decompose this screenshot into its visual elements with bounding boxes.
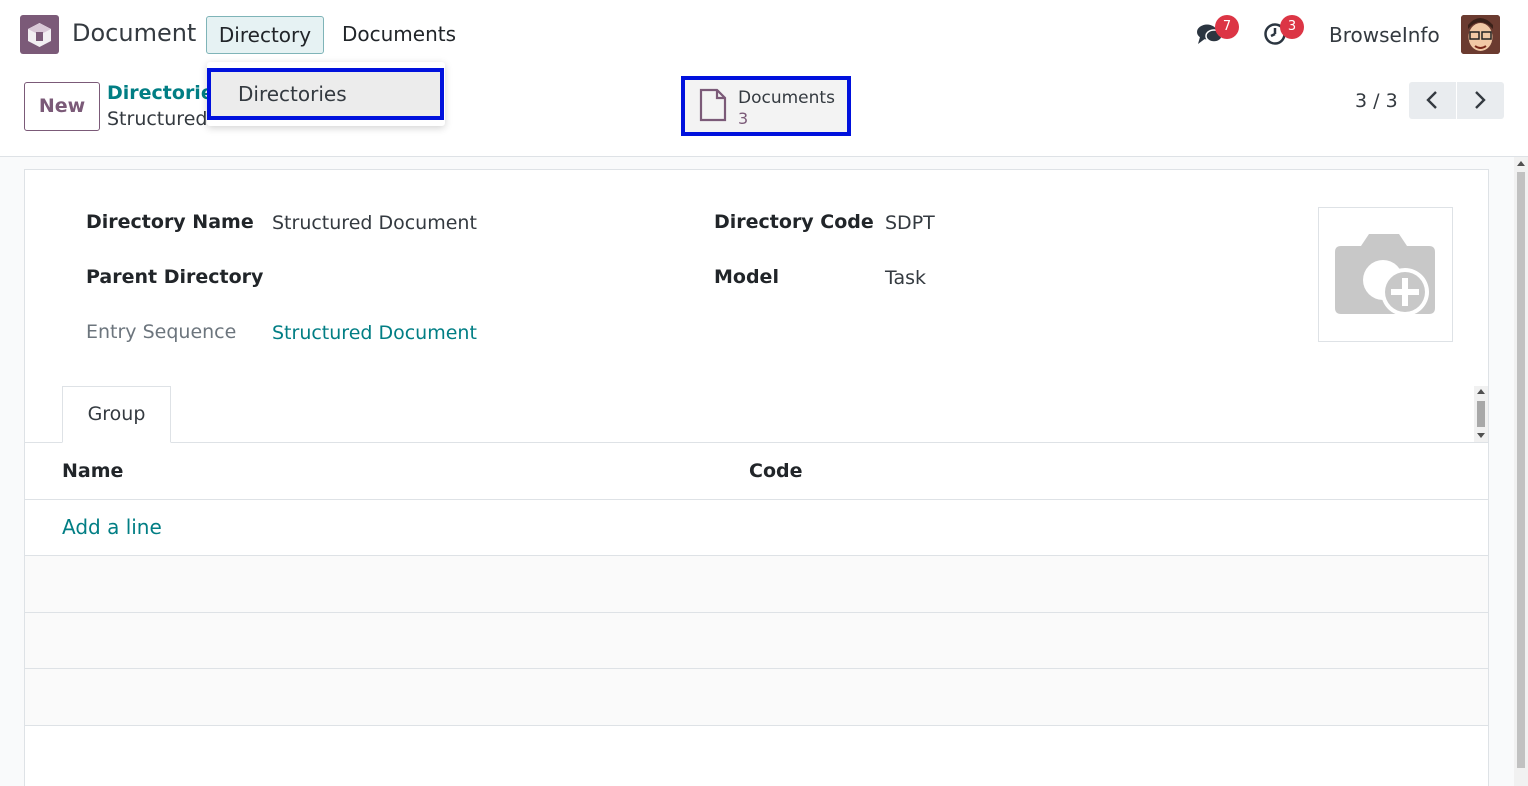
directory-code-field[interactable]: SDPT bbox=[885, 212, 935, 234]
model-label: Model bbox=[714, 266, 779, 288]
scroll-up-arrow-icon[interactable] bbox=[1477, 389, 1485, 394]
top-navbar: Document Directory Documents 7 3 BrowseI… bbox=[0, 0, 1528, 68]
scroll-up-arrow-icon[interactable] bbox=[1517, 161, 1525, 166]
file-icon bbox=[699, 88, 727, 122]
entry-sequence-label: Entry Sequence bbox=[86, 321, 237, 343]
pager-previous-button[interactable] bbox=[1409, 82, 1456, 119]
directory-code-label: Directory Code bbox=[714, 211, 874, 233]
directory-name-field[interactable]: Structured Document bbox=[272, 212, 477, 234]
parent-directory-field[interactable] bbox=[272, 266, 652, 290]
model-field[interactable]: Task bbox=[885, 267, 926, 289]
parent-directory-label: Parent Directory bbox=[86, 266, 264, 288]
activity-count-badge: 3 bbox=[1280, 15, 1304, 39]
scroll-thumb[interactable] bbox=[1477, 401, 1485, 427]
column-header-name[interactable]: Name bbox=[62, 460, 123, 482]
menu-documents[interactable]: Documents bbox=[342, 22, 456, 46]
tabs-scrollbar[interactable] bbox=[1474, 386, 1488, 442]
menu-directory[interactable]: Directory bbox=[206, 16, 324, 54]
user-avatar[interactable] bbox=[1461, 15, 1500, 54]
table-row bbox=[25, 669, 1488, 725]
add-a-line-link[interactable]: Add a line bbox=[62, 515, 162, 539]
tab-divider bbox=[25, 442, 1488, 443]
table-row bbox=[25, 556, 1488, 612]
scroll-down-arrow-icon[interactable] bbox=[1477, 433, 1485, 438]
page-scrollbar[interactable] bbox=[1514, 157, 1528, 786]
smart-button-count: 3 bbox=[738, 109, 749, 128]
row-divider bbox=[25, 725, 1488, 726]
tab-group[interactable]: Group bbox=[62, 386, 171, 443]
pager-next-button[interactable] bbox=[1457, 82, 1504, 119]
new-button[interactable]: New bbox=[24, 82, 100, 131]
column-header-code[interactable]: Code bbox=[749, 460, 802, 482]
chevron-left-icon bbox=[1426, 91, 1437, 109]
directory-name-label: Directory Name bbox=[86, 211, 254, 233]
chat-count-badge: 7 bbox=[1215, 15, 1239, 39]
breadcrumb-current: Structured Document bbox=[107, 108, 207, 130]
directory-dropdown-menu: Directories bbox=[207, 62, 445, 126]
image-upload[interactable] bbox=[1318, 207, 1453, 342]
page-scroll-thumb[interactable] bbox=[1517, 172, 1525, 768]
entry-sequence-link[interactable]: Structured Document bbox=[272, 322, 477, 344]
form-sheet: Directory Name Structured Document Paren… bbox=[24, 169, 1489, 786]
app-name[interactable]: Document bbox=[72, 19, 196, 47]
app-logo-icon[interactable] bbox=[20, 15, 59, 54]
smart-button-label: Documents bbox=[738, 88, 835, 108]
row-divider bbox=[25, 499, 1488, 500]
table-row bbox=[25, 613, 1488, 669]
camera-add-icon bbox=[1335, 234, 1435, 316]
user-name[interactable]: BrowseInfo bbox=[1329, 23, 1440, 47]
chevron-right-icon bbox=[1475, 91, 1486, 109]
dropdown-item-directories[interactable]: Directories bbox=[207, 68, 444, 120]
pager-value[interactable]: 3 / 3 bbox=[1355, 90, 1398, 112]
documents-smart-button[interactable]: Documents 3 bbox=[681, 76, 851, 136]
